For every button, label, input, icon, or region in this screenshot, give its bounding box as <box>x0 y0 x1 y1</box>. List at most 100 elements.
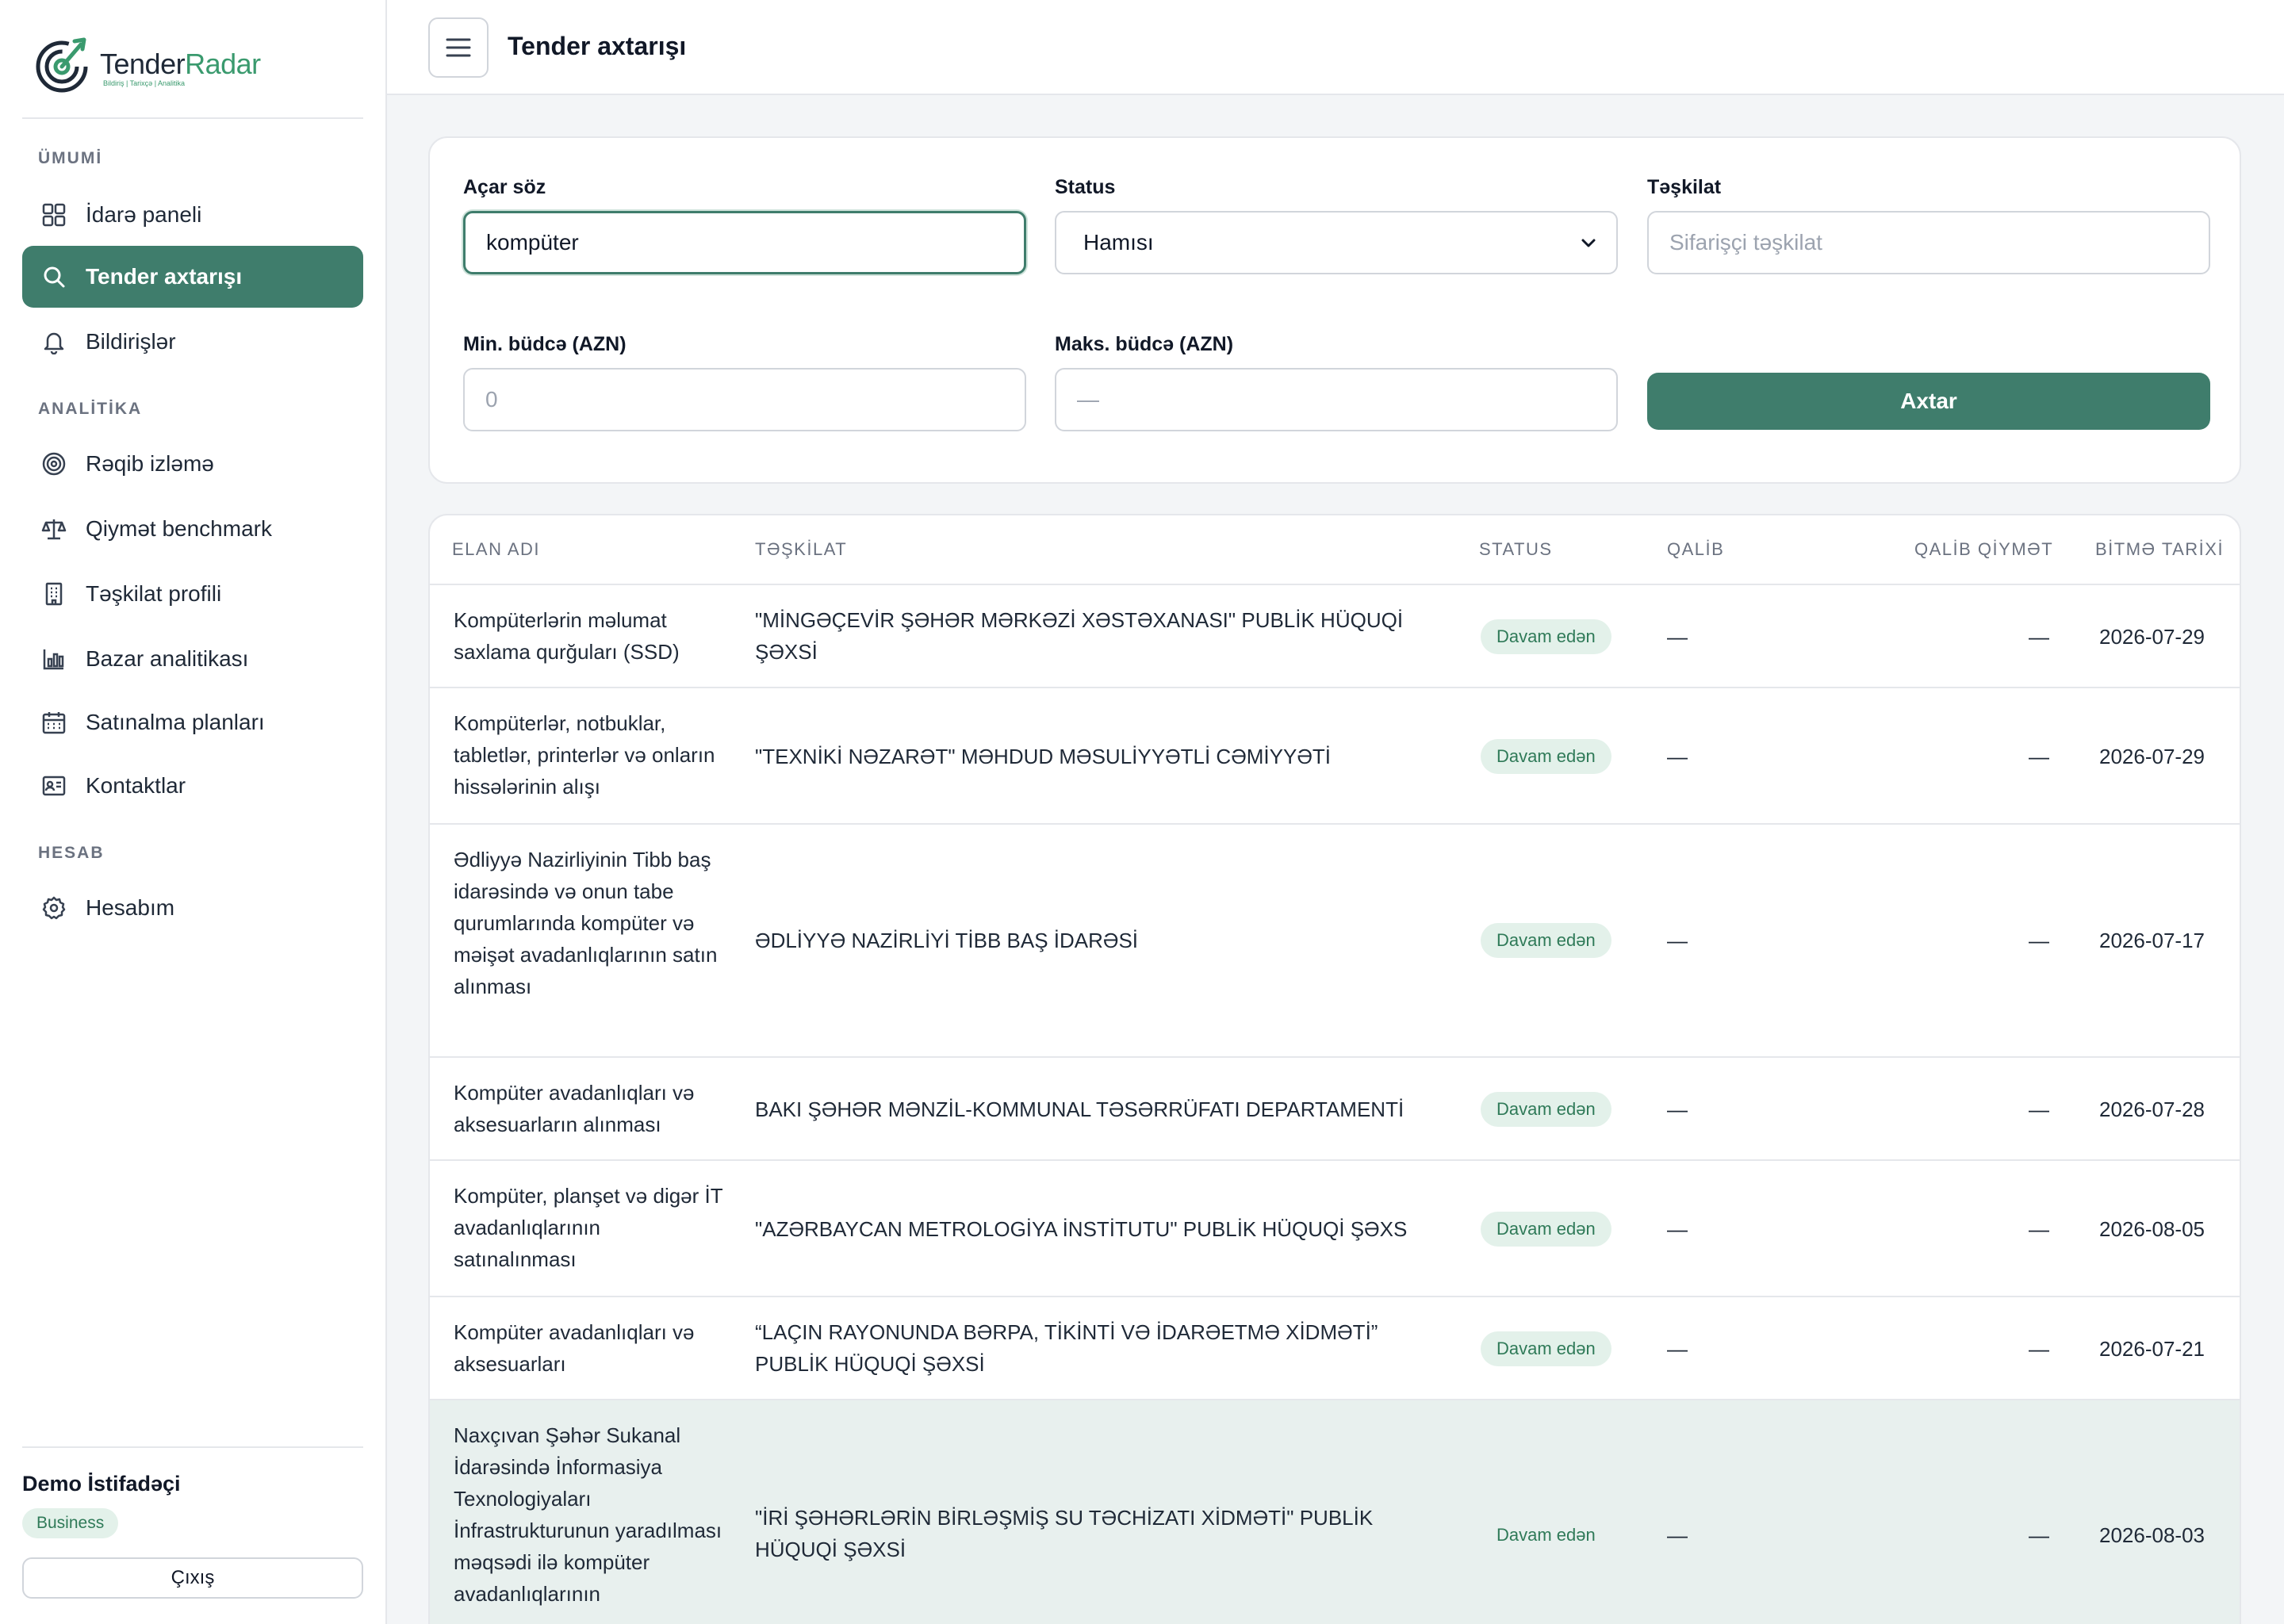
status-badge: Davam edən <box>1481 1331 1611 1366</box>
sidebar-item-label: Kontaktlar <box>86 773 186 798</box>
winner-price-cell: — <box>2029 1337 2049 1361</box>
sidebar-divider <box>22 1446 363 1448</box>
sidebar-item-label: Tender axtarışı <box>86 264 243 289</box>
status-select[interactable]: Hamısı <box>1055 211 1618 274</box>
sidebar-item-label: Hesabım <box>86 895 175 920</box>
status-badge: Davam edən <box>1481 619 1611 654</box>
bar-chart-icon <box>40 645 68 673</box>
menu-toggle-button[interactable] <box>428 17 489 78</box>
end-date-cell: 2026-07-17 <box>2099 929 2205 952</box>
tender-organization: "İRİ ŞƏHƏRLƏRİN BİRLƏŞMİŞ SU TƏCHİZATI X… <box>755 1506 1374 1561</box>
sidebar-item-tender-search[interactable]: Tender axtarışı <box>22 246 363 308</box>
winner-cell: — <box>1667 1217 1688 1241</box>
status-label: Status <box>1055 176 1116 198</box>
tender-organization: BAKI ŞƏHƏR MƏNZİL-KOMMUNAL TƏSƏRRÜFATI D… <box>755 1097 1405 1121</box>
sidebar-item-market-analytics[interactable]: Bazar analitikası <box>22 628 363 690</box>
tender-organization: "TEXNİKİ NƏZARƏT" MƏHDUD MƏSULİYYƏTLİ CƏ… <box>755 745 1332 768</box>
keyword-value: kompüter <box>486 230 579 255</box>
top-bar: Tender axtarışı <box>387 0 2284 95</box>
column-header-organization: TƏŞKİLAT <box>755 539 848 559</box>
sidebar-item-label: Təşkilat profili <box>86 581 222 606</box>
tender-name: Kompüter avadanlıqları və aksesuarları <box>454 1320 695 1376</box>
results-table: ELAN ADI TƏŞKİLAT STATUS QALİB QALİB QİY… <box>428 514 2241 1624</box>
contact-card-icon <box>40 772 68 800</box>
end-date-cell: 2026-07-28 <box>2099 1097 2205 1121</box>
winner-price-cell: — <box>2029 1523 2049 1547</box>
section-title-account: HESAB <box>38 844 105 862</box>
tender-organization: "AZƏRBAYCAN METROLOGİYA İNSTİTUTU" PUBLİ… <box>755 1217 1408 1241</box>
table-row[interactable]: Kompüter, planşet və digər İT avadanlıql… <box>430 1161 2240 1297</box>
table-row[interactable]: Kompüter avadanlıqları və aksesuarların … <box>430 1058 2240 1161</box>
tender-name: Kompüterlərin məlumat saxlama qurğuları … <box>454 608 680 664</box>
max-budget-placeholder: — <box>1077 387 1099 412</box>
column-header-winner-price: QALİB QİYMƏT <box>1914 539 2054 559</box>
winner-cell: — <box>1667 1523 1688 1547</box>
sidebar-item-contacts[interactable]: Kontaktlar <box>22 755 363 817</box>
column-header-name: ELAN ADI <box>452 539 541 559</box>
tender-name: Kompüter avadanlıqları və aksesuarların … <box>454 1081 695 1136</box>
search-button[interactable]: Axtar <box>1647 373 2210 430</box>
keyword-label: Açar söz <box>463 176 546 198</box>
max-budget-label: Maks. büdcə (AZN) <box>1055 333 1234 355</box>
chevron-down-icon <box>1581 239 1596 247</box>
table-row[interactable]: Naxçıvan Şəhər Sukanal İdarəsində İnform… <box>430 1400 2240 1624</box>
min-budget-placeholder: 0 <box>485 387 498 412</box>
sidebar-item-my-account[interactable]: Hesabım <box>22 877 363 939</box>
winner-cell: — <box>1667 745 1688 768</box>
winner-cell: — <box>1667 929 1688 952</box>
hamburger-icon <box>446 38 471 57</box>
scale-icon <box>40 515 68 543</box>
sidebar-item-notifications[interactable]: Bildirişlər <box>22 311 363 373</box>
page-title: Tender axtarışı <box>508 32 687 60</box>
status-badge: Davam edən <box>1496 1525 1596 1545</box>
end-date-cell: 2026-08-05 <box>2099 1217 2205 1241</box>
organization-placeholder: Sifarişçi təşkilat <box>1669 230 1822 255</box>
bell-icon <box>40 327 68 356</box>
end-date-cell: 2026-07-29 <box>2099 625 2205 649</box>
sidebar-item-organization-profile[interactable]: Təşkilat profili <box>22 563 363 625</box>
sidebar-item-dashboard[interactable]: İdarə paneli <box>22 184 363 246</box>
tender-organization: "MİNGƏÇEVİR ŞƏHƏR MƏRKƏZİ XƏSTƏXANASI" P… <box>755 608 1404 664</box>
organization-input[interactable]: Sifarişçi təşkilat <box>1647 211 2210 274</box>
table-row[interactable]: Kompüterlər, notbuklar, tabletlər, print… <box>430 688 2240 825</box>
sidebar-item-label: Bildirişlər <box>86 329 176 354</box>
winner-price-cell: — <box>2029 929 2049 952</box>
logo[interactable]: TenderRadar Bildiriş | Tarixçə | Analiti… <box>35 35 273 95</box>
winner-cell: — <box>1667 1097 1688 1121</box>
gear-icon <box>40 894 68 922</box>
sidebar-item-price-benchmark[interactable]: Qiymət benchmark <box>22 498 363 560</box>
calendar-icon <box>40 708 68 737</box>
logout-button[interactable]: Çıxış <box>22 1557 363 1599</box>
status-badge: Davam edən <box>1481 739 1611 774</box>
max-budget-input[interactable]: — <box>1055 368 1618 431</box>
sidebar-divider <box>22 117 363 119</box>
winner-price-cell: — <box>2029 745 2049 768</box>
sidebar-item-label: Qiymət benchmark <box>86 516 272 541</box>
tender-name: Kompüter, planşet və digər İT avadanlıql… <box>454 1184 723 1271</box>
logo-tagline: Bildiriş | Tarixçə | Analitika <box>103 79 186 87</box>
keyword-input[interactable]: kompüter <box>463 211 1026 274</box>
sidebar-item-label: Satınalma planları <box>86 710 265 734</box>
filter-panel: Açar söz kompüter Status Hamısı Təşkilat… <box>428 136 2241 484</box>
plan-badge: Business <box>22 1508 119 1538</box>
sidebar-item-procurement-plans[interactable]: Satınalma planları <box>22 691 363 753</box>
search-icon <box>40 262 68 291</box>
sidebar: TenderRadar Bildiriş | Tarixçə | Analiti… <box>0 0 387 1624</box>
end-date-cell: 2026-07-21 <box>2099 1337 2205 1361</box>
status-badge: Davam edən <box>1481 1092 1611 1127</box>
end-date-cell: 2026-07-29 <box>2099 745 2205 768</box>
tender-organization: “LAÇIN RAYONUNDA BƏRPA, TİKİNTİ VƏ İDARƏ… <box>755 1320 1378 1376</box>
table-row[interactable]: Kompüter avadanlıqları və aksesuarları “… <box>430 1297 2240 1400</box>
user-name: Demo İstifadəçi <box>22 1472 181 1496</box>
table-row[interactable]: Kompüterlərin məlumat saxlama qurğuları … <box>430 585 2240 688</box>
sidebar-item-label: İdarə paneli <box>86 202 202 227</box>
sidebar-item-label: Bazar analitikası <box>86 646 249 671</box>
sidebar-item-competitor-tracking[interactable]: Rəqib izləmə <box>22 433 363 495</box>
column-header-status: STATUS <box>1479 539 1553 559</box>
winner-cell: — <box>1667 1337 1688 1361</box>
building-icon <box>40 580 68 608</box>
sidebar-item-label: Rəqib izləmə <box>86 451 214 476</box>
table-row[interactable]: Ədliyyə Nazirliyinin Tibb baş idarəsində… <box>430 825 2240 1058</box>
min-budget-input[interactable]: 0 <box>463 368 1026 431</box>
end-date-cell: 2026-08-03 <box>2099 1523 2205 1547</box>
